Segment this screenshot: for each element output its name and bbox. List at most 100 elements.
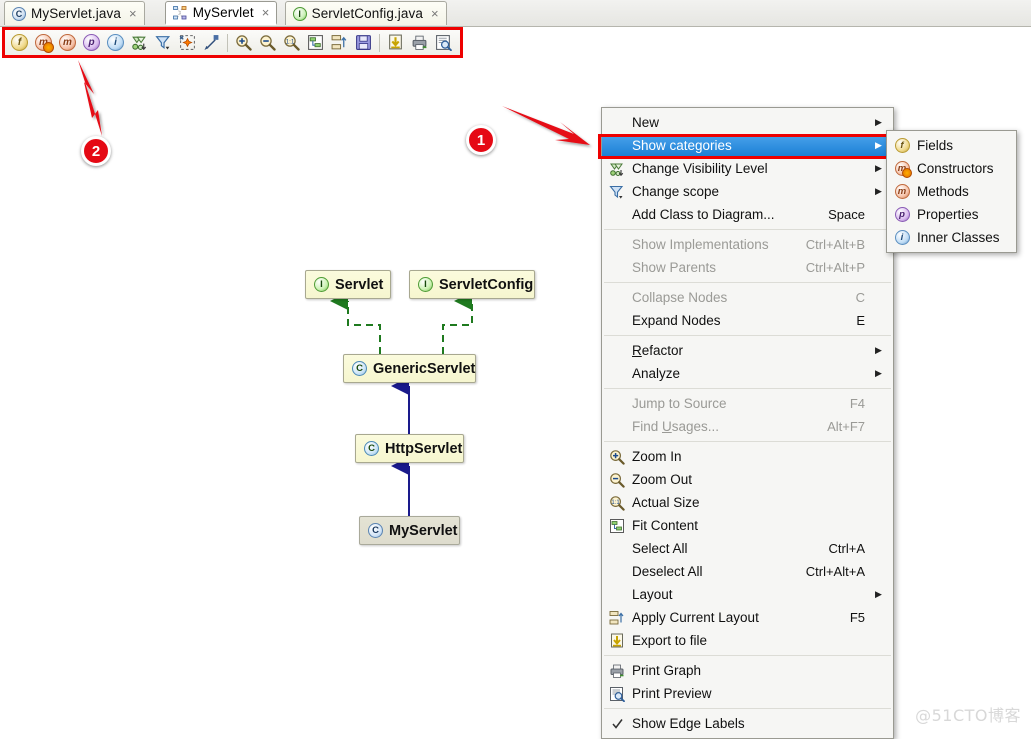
menu-item-select-all[interactable]: Select All Ctrl+A — [602, 537, 893, 560]
menu-item-no-icon — [602, 233, 632, 256]
zoom-out-button[interactable] — [256, 31, 279, 54]
menu-item-zoom-out[interactable]: Zoom Out — [602, 468, 893, 491]
menu-separator — [604, 282, 891, 283]
menu-item-zoom-in[interactable]: Zoom In — [602, 445, 893, 468]
filter-icon — [602, 180, 632, 203]
save-button[interactable] — [352, 31, 375, 54]
menu-item-label: Jump to Source — [632, 396, 727, 411]
menu-item-export-to-file[interactable]: Export to file — [602, 629, 893, 652]
show-properties-icon: p — [83, 34, 100, 51]
diagram-icon — [172, 5, 188, 20]
menu-item-fit-content[interactable]: Fit Content — [602, 514, 893, 537]
interface-icon: I — [314, 277, 329, 292]
field-icon: f — [887, 134, 917, 157]
menu-item-show-categories[interactable]: Show categories ▶ — [602, 134, 893, 157]
diagram-node-httpservlet[interactable]: C HttpServlet — [355, 434, 464, 463]
submenu-item-properties[interactable]: p Properties — [887, 203, 1016, 226]
zoom-in-button[interactable] — [232, 31, 255, 54]
menu-item-shortcut: E — [856, 313, 865, 328]
close-icon[interactable]: × — [431, 6, 439, 21]
chevron-right-icon: ▶ — [875, 368, 882, 378]
editor-tab-0[interactable]: C MyServlet.java × — [4, 1, 145, 25]
menu-item-add-class-to-diagram[interactable]: Add Class to Diagram... Space — [602, 203, 893, 226]
menu-item-deselect-all[interactable]: Deselect All Ctrl+Alt+A — [602, 560, 893, 583]
menu-item-label: Change scope — [632, 184, 720, 199]
submenu-item-label: Properties — [917, 207, 979, 222]
change-scope-button[interactable] — [152, 31, 175, 54]
menu-item-label: Zoom Out — [632, 472, 693, 487]
zoom-actual-icon: 1:1 — [284, 35, 300, 51]
fit-content-button[interactable] — [304, 31, 327, 54]
export-icon — [602, 629, 632, 652]
menu-item-shortcut: Alt+F7 — [827, 419, 865, 434]
menu-item-actual-size[interactable]: 1:1 Actual Size — [602, 491, 893, 514]
layout-icon — [331, 35, 347, 50]
close-icon[interactable]: × — [262, 5, 270, 20]
marquee-icon — [179, 35, 195, 50]
change-visibility-level-button[interactable] — [128, 31, 151, 54]
menu-item-analyze[interactable]: Analyze ▶ — [602, 362, 893, 385]
menu-item-print-preview[interactable]: Print Preview — [602, 682, 893, 705]
submenu-item-label: Inner Classes — [917, 230, 1000, 245]
visibility-icon — [602, 157, 632, 180]
show-inner-classes-toggle[interactable]: i — [104, 31, 127, 54]
close-icon[interactable]: × — [129, 6, 137, 21]
submenu-item-methods[interactable]: m Methods — [887, 180, 1016, 203]
diagram-node-genericservlet[interactable]: C GenericServlet — [343, 354, 476, 383]
menu-item-new[interactable]: New ▶ — [602, 111, 893, 134]
menu-item-label: Select All — [632, 541, 688, 556]
editor-tab-2[interactable]: I ServletConfig.java × — [284, 1, 447, 25]
menu-item-apply-current-layout[interactable]: Apply Current Layout F5 — [602, 606, 893, 629]
menu-item-layout[interactable]: Layout ▶ — [602, 583, 893, 606]
diagram-toolbar-highlight: f m m p i 1:1 — [2, 27, 463, 58]
method-icon: m — [887, 180, 917, 203]
show-fields-toggle[interactable]: f — [8, 31, 31, 54]
show-categories-submenu[interactable]: f Fields m Constructors m Methods p Properties i… — [886, 130, 1017, 253]
edge-tool-button[interactable] — [200, 31, 223, 54]
actual-size-button[interactable]: 1:1 — [280, 31, 303, 54]
diagram-node-myservlet[interactable]: C MyServlet — [359, 516, 460, 545]
uml-class-diagram[interactable]: I Servlet I ServletConfig C GenericServlet C Ht… — [0, 60, 600, 670]
separator-2 — [376, 33, 383, 53]
menu-separator — [604, 655, 891, 656]
abstract-class-icon: C — [352, 361, 367, 376]
menu-item-shortcut: C — [855, 290, 865, 305]
print-preview-button[interactable] — [432, 31, 455, 54]
diagram-node-servlet[interactable]: I Servlet — [305, 270, 391, 299]
print-graph-button[interactable] — [408, 31, 431, 54]
menu-item-label: Collapse Nodes — [632, 290, 728, 305]
menu-item-refactor[interactable]: Refactor ▶ — [602, 339, 893, 362]
separator-1 — [224, 33, 231, 53]
show-properties-toggle[interactable]: p — [80, 31, 103, 54]
diagram-node-label: Servlet — [335, 276, 384, 293]
chevron-right-icon: ▶ — [875, 117, 882, 127]
menu-item-collapse-nodes: Collapse Nodes C — [602, 286, 893, 309]
show-constructors-toggle[interactable]: m — [32, 31, 55, 54]
menu-item-print-graph[interactable]: Print Graph — [602, 659, 893, 682]
menu-item-label: Show Implementations — [632, 237, 769, 252]
diagram-node-servletconfig[interactable]: I ServletConfig — [409, 270, 535, 299]
diagram-node-label: HttpServlet — [385, 440, 463, 457]
submenu-item-fields[interactable]: f Fields — [887, 134, 1016, 157]
select-in-diagram-button[interactable] — [176, 31, 199, 54]
menu-item-no-icon — [602, 203, 632, 226]
apply-current-layout-button[interactable] — [328, 31, 351, 54]
menu-item-change-scope[interactable]: Change scope ▶ — [602, 180, 893, 203]
menu-item-change-visibility-level[interactable]: Change Visibility Level ▶ — [602, 157, 893, 180]
editor-tab-1[interactable]: MyServlet × — [164, 1, 278, 25]
show-methods-toggle[interactable]: m — [56, 31, 79, 54]
diagram-context-menu[interactable]: New ▶ Show categories ▶ Change Visibility Le… — [601, 107, 894, 739]
diagram-edges — [330, 292, 473, 516]
preview-icon — [436, 35, 452, 51]
export-to-file-button[interactable] — [384, 31, 407, 54]
menu-item-label: Expand Nodes — [632, 313, 721, 328]
submenu-item-label: Constructors — [917, 161, 994, 176]
submenu-item-inner-classes[interactable]: i Inner Classes — [887, 226, 1016, 249]
menu-item-no-icon — [602, 309, 632, 332]
menu-item-show-edge-labels[interactable]: Show Edge Labels — [602, 712, 893, 735]
menu-item-expand-nodes[interactable]: Expand Nodes E — [602, 309, 893, 332]
menu-item-label: Fit Content — [632, 518, 699, 533]
show-methods-icon: m — [59, 34, 76, 51]
submenu-item-constructors[interactable]: m Constructors — [887, 157, 1016, 180]
interface-icon: I — [292, 6, 307, 21]
